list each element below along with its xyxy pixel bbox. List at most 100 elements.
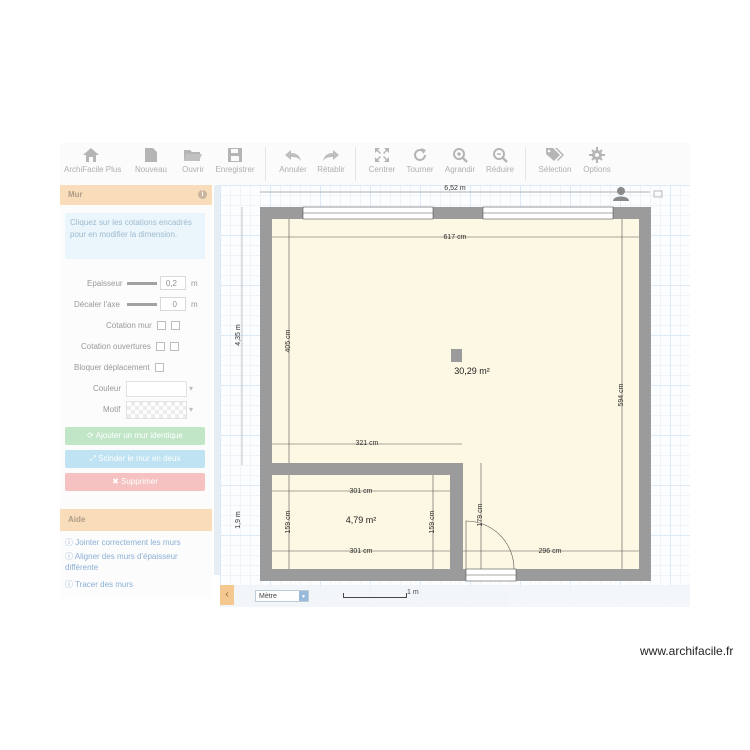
toolbar-label: Annuler bbox=[279, 165, 307, 174]
rotate-icon bbox=[414, 148, 426, 161]
scinder-mur-button[interactable]: ⤢ Scinder le mur en deux bbox=[65, 450, 205, 468]
epaisseur-input[interactable]: 0,2 bbox=[160, 276, 186, 290]
decaler-slider[interactable] bbox=[127, 303, 157, 306]
aide-link-tracer[interactable]: ⓘ Tracer des murs bbox=[65, 579, 205, 590]
cotation-ouvertures-checkbox[interactable] bbox=[156, 342, 166, 352]
enregistrer-button[interactable]: Enregistrer bbox=[213, 147, 257, 174]
bloquer-label: Bloquer déplacement bbox=[74, 363, 150, 372]
cotation-ouvertures-row: Cotation ouvertures bbox=[81, 342, 180, 352]
split-icon: ⤢ bbox=[89, 454, 99, 463]
bloquer-row: Bloquer déplacement bbox=[74, 363, 164, 373]
toolbar-label: Enregistrer bbox=[215, 165, 255, 174]
redo-icon bbox=[323, 150, 339, 161]
scale-label: 1 m bbox=[407, 589, 419, 596]
file-icon bbox=[145, 148, 157, 162]
toolbar-label: Tourner bbox=[406, 165, 434, 174]
save-icon bbox=[228, 148, 242, 162]
tourner-button[interactable]: Tourner bbox=[401, 147, 439, 174]
plan-canvas[interactable]: 6,52 m 4,35 m 1,9 m 617 cm 405 cm 594 cm… bbox=[220, 185, 690, 607]
cotation-mur-checkbox-2[interactable] bbox=[171, 321, 181, 331]
couleur-picker[interactable] bbox=[126, 381, 187, 397]
decaler-input[interactable]: 0 bbox=[160, 297, 186, 311]
dim-right-inner: 594 cm bbox=[618, 383, 625, 406]
annuler-button[interactable]: Annuler bbox=[274, 147, 312, 174]
tags-icon bbox=[546, 148, 564, 161]
area-big-room: 30,29 m² bbox=[454, 366, 490, 376]
toolbar-label: Nouveau bbox=[134, 165, 168, 174]
folder-icon bbox=[184, 150, 202, 161]
unit-label: m bbox=[191, 300, 198, 309]
epaisseur-slider[interactable] bbox=[127, 282, 157, 285]
toolbar-label: Agrandir bbox=[444, 165, 476, 174]
zoom-in-icon bbox=[453, 148, 468, 163]
aide-link-jointer[interactable]: ⓘ Jointer correctement les murs bbox=[65, 537, 205, 548]
couleur-label: Couleur bbox=[93, 384, 122, 393]
info-icon[interactable]: i bbox=[198, 190, 207, 199]
left-height-bottom-label: 1,9 m bbox=[235, 511, 242, 529]
floor-plan: 6,52 m 4,35 m 1,9 m 617 cm 405 cm 594 cm… bbox=[235, 185, 663, 582]
toolbar-label: Options bbox=[583, 165, 611, 174]
undo-icon bbox=[285, 150, 301, 161]
user-icon[interactable] bbox=[613, 187, 629, 201]
cotation-ouvertures-checkbox-2[interactable] bbox=[170, 342, 180, 352]
agrandir-button[interactable]: Agrandir bbox=[440, 147, 480, 174]
toolbar: ArchiFacile Plus Nouveau Ouvrir Enregist… bbox=[60, 143, 690, 185]
unit-label: m bbox=[191, 279, 198, 288]
collapse-panel-button[interactable]: ‹ bbox=[220, 585, 234, 605]
zoom-out-icon bbox=[493, 148, 508, 163]
dim-small-right: 159 cm bbox=[429, 510, 436, 533]
aide-link-aligner[interactable]: ⓘ Aligner des murs d'épaisseur différent… bbox=[65, 551, 205, 573]
bloquer-checkbox[interactable] bbox=[154, 363, 164, 373]
reduire-button[interactable]: Réduire bbox=[481, 147, 519, 174]
ouvrir-button[interactable]: Ouvrir bbox=[172, 147, 214, 174]
supprimer-button[interactable]: ✖ Supprimer bbox=[65, 473, 205, 491]
info-circle-icon: ⓘ bbox=[65, 538, 76, 547]
dim-door-height: 179 cm bbox=[477, 503, 484, 526]
cotation-mur-row: Cotation mur bbox=[106, 321, 181, 331]
cotation-ouvertures-label: Cotation ouvertures bbox=[81, 342, 151, 351]
button-label: Supprimer bbox=[121, 477, 158, 486]
centrer-button[interactable]: Centrer bbox=[362, 147, 402, 174]
options-button[interactable]: Options bbox=[578, 147, 616, 174]
panel-header-mur: Mur i bbox=[60, 185, 212, 205]
dim-mid: 321 cm bbox=[356, 440, 379, 447]
ajouter-mur-button[interactable]: ⟳ Ajouter un mur identique bbox=[65, 427, 205, 445]
archifacile-plus-button[interactable]: ArchiFacile Plus bbox=[64, 147, 121, 174]
aide-link-label: Tracer des murs bbox=[75, 580, 134, 589]
dim-top-inner: 617 cm bbox=[444, 234, 467, 241]
watermark-url: www.archifacile.fr bbox=[640, 644, 734, 658]
toolbar-label: Centrer bbox=[368, 165, 396, 174]
dim-small-top: 301 cm bbox=[350, 488, 373, 495]
aide-title: Aide bbox=[68, 515, 86, 524]
info-circle-icon: ⓘ bbox=[65, 552, 75, 561]
total-width-label: 6,52 m bbox=[444, 185, 466, 192]
chevron-down-icon: ▾ bbox=[299, 591, 308, 601]
selection-button[interactable]: Sélection bbox=[533, 147, 577, 174]
close-icon: ✖ bbox=[112, 477, 122, 486]
info-box: Cliquez sur les cotations encadrés pour … bbox=[65, 213, 205, 259]
copy-icon: ⟳ bbox=[87, 431, 96, 440]
left-height-top-label: 4,35 m bbox=[235, 324, 242, 346]
inner-wall bbox=[450, 463, 463, 569]
panel-title: Mur bbox=[68, 190, 83, 199]
chevron-down-icon[interactable]: ▾ bbox=[189, 384, 193, 393]
info-circle-icon: ⓘ bbox=[65, 580, 76, 589]
gear-icon bbox=[589, 147, 605, 163]
bottom-bar: ‹ Mètre ▾ 1 m bbox=[220, 585, 690, 607]
big-room-floor bbox=[272, 219, 639, 463]
toolbar-label: Sélection bbox=[538, 165, 572, 174]
button-label: Ajouter un mur identique bbox=[95, 431, 183, 440]
motif-picker[interactable] bbox=[126, 401, 187, 419]
chevron-down-icon[interactable]: ▾ bbox=[189, 405, 193, 414]
layers-icon bbox=[653, 190, 663, 198]
nouveau-button[interactable]: Nouveau bbox=[130, 147, 172, 174]
scale-bar bbox=[343, 593, 407, 598]
dim-left-inner: 405 cm bbox=[285, 329, 292, 352]
dim-small-bottom: 301 cm bbox=[350, 548, 373, 555]
unit-select[interactable]: Mètre ▾ bbox=[255, 590, 309, 602]
retablir-button[interactable]: Rétablir bbox=[312, 147, 350, 174]
toolbar-label: Réduire bbox=[485, 165, 514, 174]
cotation-mur-checkbox[interactable] bbox=[157, 321, 167, 331]
cotation-mur-label: Cotation mur bbox=[106, 321, 152, 330]
dim-small-left: 159 cm bbox=[285, 510, 292, 533]
